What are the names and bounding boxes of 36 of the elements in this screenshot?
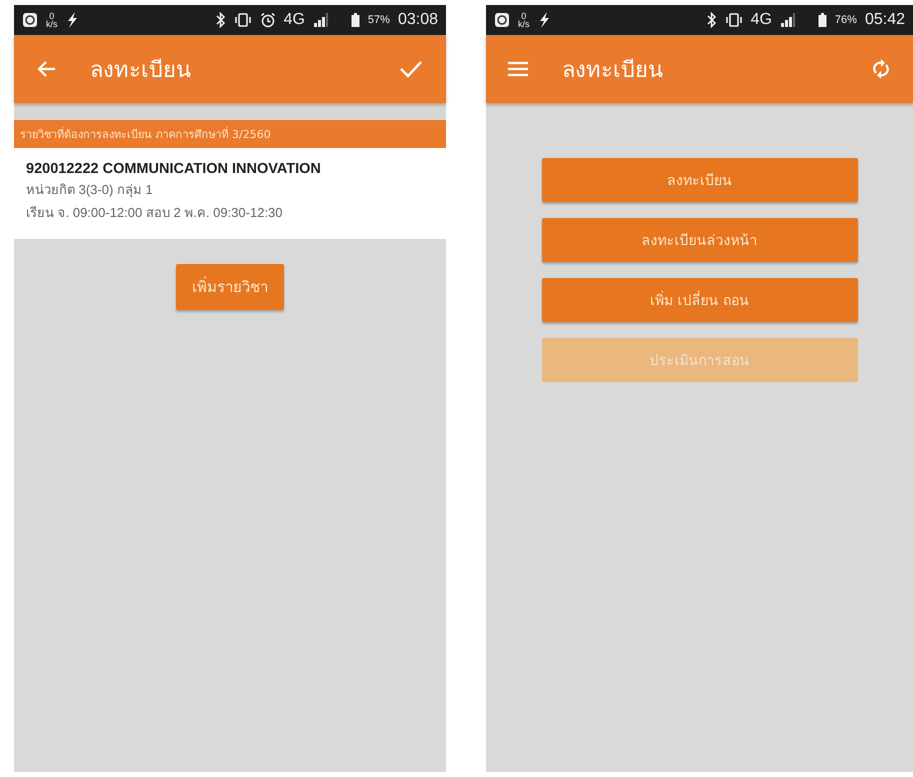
clock-time: 03:08 bbox=[398, 11, 438, 29]
menu-button[interactable]: ลงทะเบียนล่วงหน้า bbox=[542, 218, 858, 262]
battery-icon bbox=[818, 12, 827, 28]
screen-title: ลงทะเบียน bbox=[562, 56, 664, 84]
bluetooth-icon bbox=[706, 12, 717, 28]
course-title: 920012222 COMMUNICATION INNOVATION bbox=[26, 161, 322, 177]
menu-button[interactable]: เพิ่ม เปลี่ยน ถอน bbox=[542, 278, 858, 322]
menu-icon[interactable] bbox=[508, 61, 528, 77]
speed-value: 0 bbox=[49, 12, 54, 20]
screen-title: ลงทะเบียน bbox=[90, 56, 192, 84]
battery-icon bbox=[350, 12, 360, 28]
battery-percent: 76% bbox=[834, 14, 857, 26]
refresh-icon[interactable] bbox=[873, 59, 889, 79]
section-banner: รายวิชาที่ต้องการลงทะเบียน ภาคการศึกษาที่ 3/2560 bbox=[14, 120, 446, 148]
speed-unit: k/s bbox=[46, 20, 58, 28]
bluetooth-icon bbox=[216, 12, 226, 28]
signal-icon bbox=[780, 12, 796, 28]
speed-unit: k/s bbox=[518, 20, 530, 28]
checkmark-icon[interactable] bbox=[400, 60, 422, 78]
data-saver-icon bbox=[494, 12, 510, 28]
network-type: 4G bbox=[284, 11, 305, 29]
vibrate-icon bbox=[234, 12, 252, 28]
clock-time: 05:42 bbox=[864, 11, 905, 29]
network-type: 4G bbox=[750, 11, 772, 29]
course-credits: หน่วยกิต 3(3-0) กลุ่ม 1 bbox=[26, 181, 154, 200]
data-saver-icon bbox=[22, 12, 38, 28]
vibrate-icon bbox=[724, 12, 743, 28]
lightning-icon bbox=[66, 12, 78, 28]
menu-button[interactable]: ลงทะเบียน bbox=[542, 158, 858, 202]
speed-value: 0 bbox=[521, 12, 526, 20]
course-schedule: เรียน จ. 09:00-12:00 สอบ 2 พ.ค. 09:30-12:30 bbox=[26, 204, 284, 222]
lightning-icon bbox=[538, 12, 550, 28]
battery-percent: 57% bbox=[368, 14, 390, 26]
back-arrow-icon[interactable] bbox=[36, 60, 56, 78]
signal-icon bbox=[312, 12, 329, 28]
add-course-button[interactable]: เพิ่มรายวิชา bbox=[176, 264, 284, 310]
